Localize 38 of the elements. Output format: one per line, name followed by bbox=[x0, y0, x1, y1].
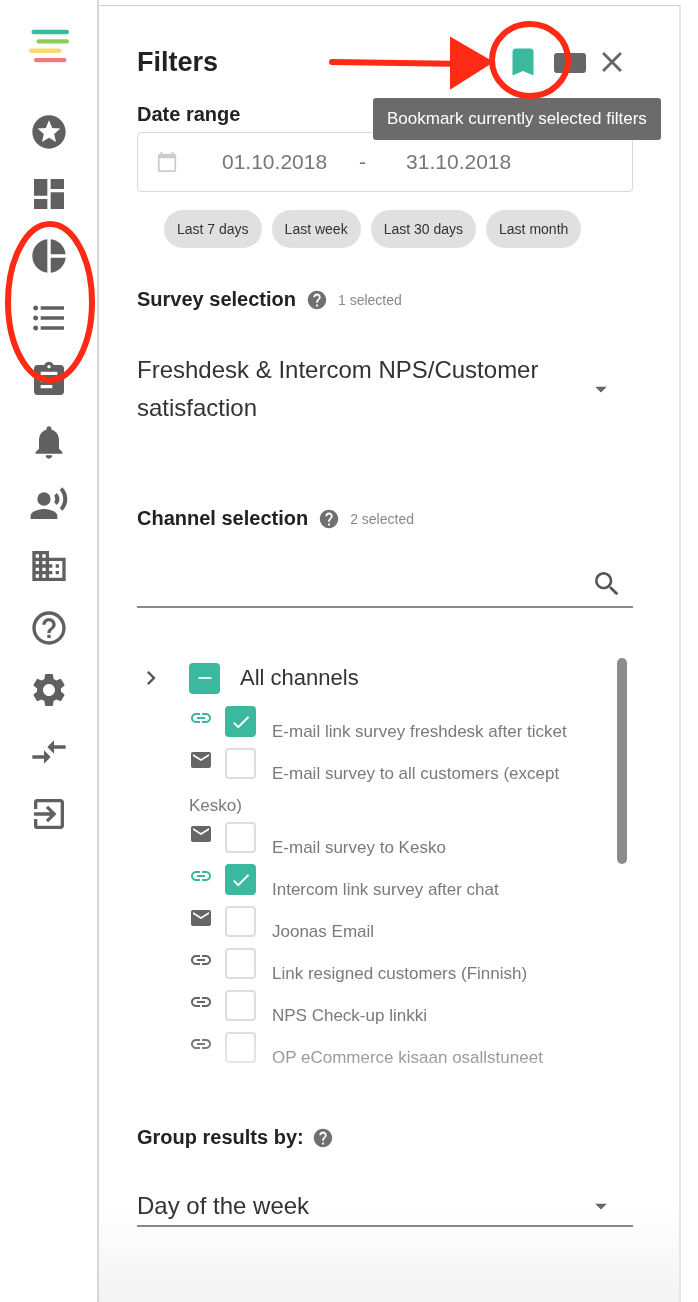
preset-chip[interactable]: Last 7 days bbox=[164, 210, 262, 248]
checkbox[interactable] bbox=[225, 748, 256, 779]
checkbox[interactable] bbox=[225, 948, 256, 979]
calendar-icon bbox=[156, 151, 178, 173]
preset-chip[interactable]: Last 30 days bbox=[370, 210, 477, 248]
selected-count: 1 selected bbox=[337, 291, 402, 308]
preset-chip[interactable]: Last month bbox=[486, 210, 582, 248]
end-date[interactable]: 31.10.2018 bbox=[406, 150, 512, 174]
channel-label: Intercom link survey after chat bbox=[272, 880, 499, 899]
group-by-dropdown[interactable]: Day of the week bbox=[137, 1187, 633, 1227]
section-label: Survey selection bbox=[137, 288, 296, 311]
date-separator: - bbox=[359, 150, 367, 174]
start-date[interactable]: 01.10.2018 bbox=[222, 150, 328, 174]
channel-label: Link resigned customers (Finnish) bbox=[272, 964, 528, 983]
channel-label: E-mail link survey freshdesk after ticket bbox=[272, 722, 567, 741]
section-label: Date range bbox=[137, 103, 241, 126]
checkbox[interactable] bbox=[225, 906, 256, 937]
checkbox[interactable] bbox=[225, 990, 256, 1021]
checkbox[interactable] bbox=[225, 1032, 256, 1063]
checkbox[interactable] bbox=[225, 822, 256, 853]
channel-label: OP eCommerce kisaan osallstuneet bbox=[272, 1048, 543, 1067]
section-label: Group results by: bbox=[137, 1126, 304, 1149]
help-icon[interactable] bbox=[305, 288, 328, 311]
scrollbar[interactable] bbox=[617, 658, 627, 864]
channel-label: E-mail survey to all customers (except Kesko) bbox=[189, 764, 560, 815]
selected-count: 2 selected bbox=[350, 510, 414, 527]
help-icon[interactable] bbox=[311, 1126, 334, 1149]
channel-label: NPS Check-up linkki bbox=[272, 1006, 427, 1025]
channel-label: Joonas Email bbox=[272, 922, 375, 941]
channel-label: E-mail survey to Kesko bbox=[272, 838, 446, 857]
survey-dropdown[interactable]: Freshdesk & Intercom NPS/Customer satisfaction bbox=[137, 351, 633, 427]
panel-title: Filters bbox=[137, 46, 219, 78]
date-range-field[interactable]: 01.10.2018 - 31.10.2018 bbox=[137, 132, 633, 192]
help-icon[interactable] bbox=[318, 507, 341, 530]
tooltip: Bookmark currently selected filters bbox=[373, 98, 661, 140]
all-channels-label: All channels bbox=[240, 665, 359, 691]
section-label: Channel selection bbox=[137, 507, 309, 530]
preset-chip[interactable]: Last week bbox=[271, 210, 361, 248]
